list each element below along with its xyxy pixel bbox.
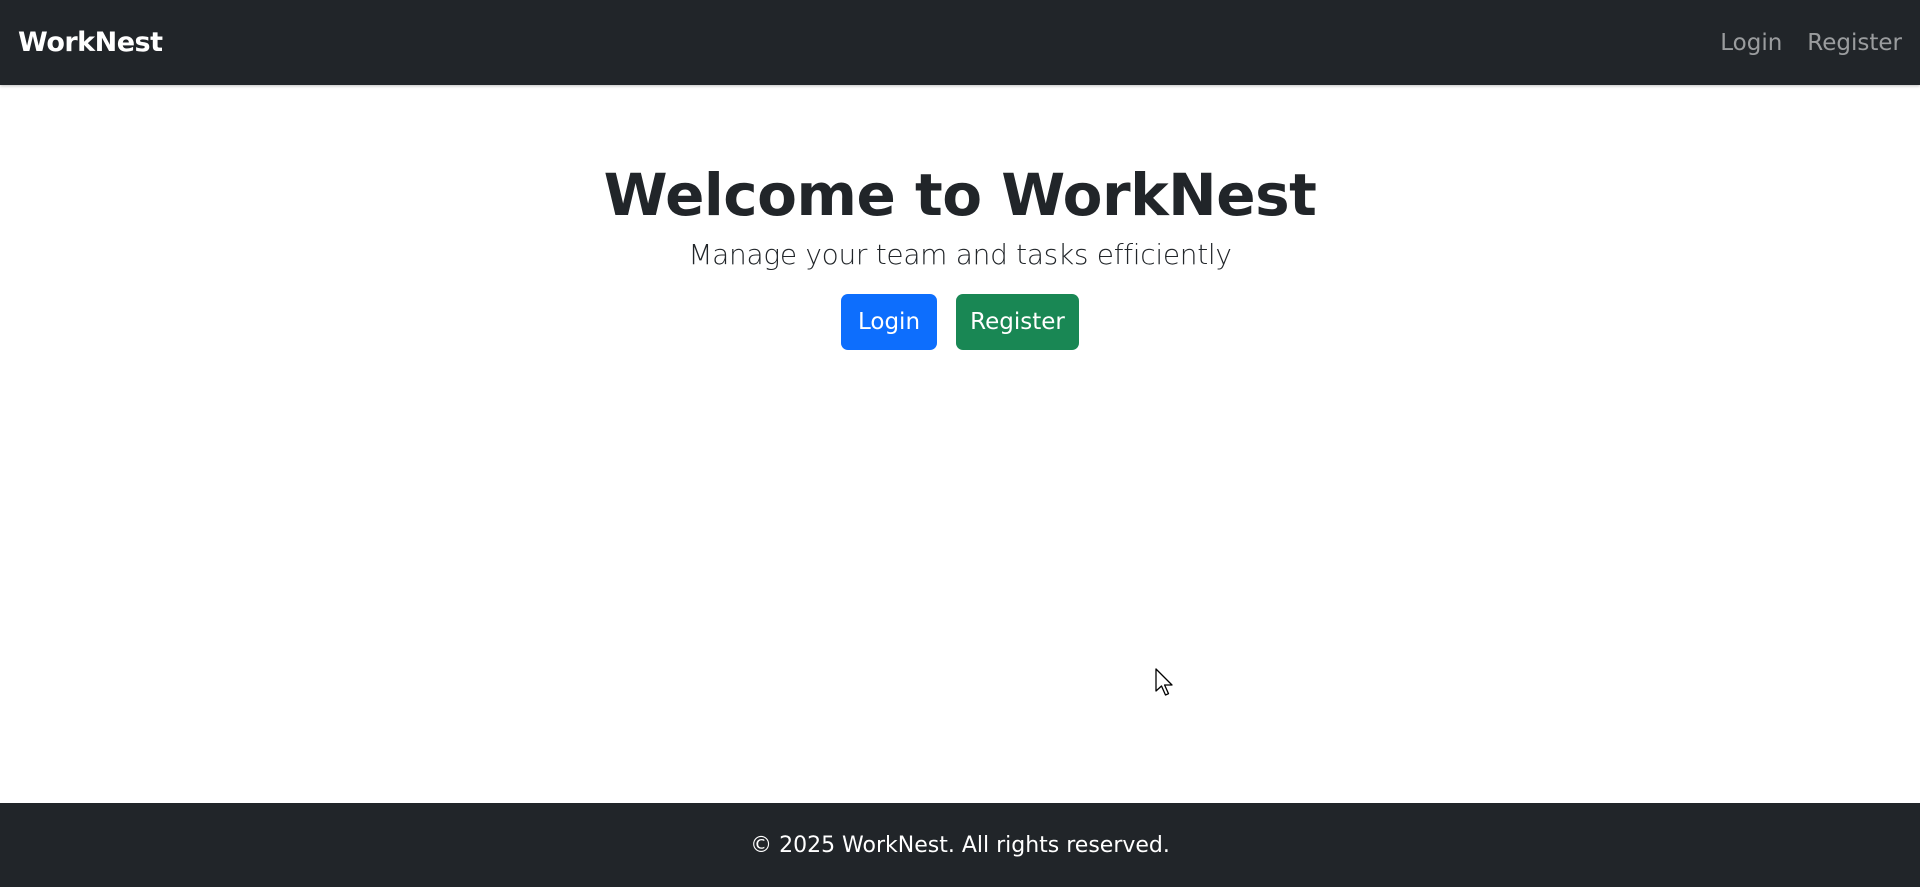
login-button[interactable]: Login — [841, 293, 937, 350]
brand-logo-link[interactable]: WorkNest — [18, 27, 163, 58]
page-title: Welcome to WorkNest — [603, 161, 1317, 229]
page-footer: © 2025 WorkNest. All rights reserved. — [0, 803, 1920, 887]
top-navbar: WorkNest Login Register — [0, 0, 1920, 85]
page: WorkNest Login Register Welcome to WorkN… — [0, 0, 1920, 887]
nav-links: Login Register — [1720, 30, 1902, 56]
nav-register-link[interactable]: Register — [1807, 30, 1902, 56]
mouse-pointer-icon — [1155, 668, 1173, 696]
page-subtitle: Manage your team and tasks efficiently — [688, 237, 1232, 271]
register-button[interactable]: Register — [956, 293, 1079, 350]
nav-login-link[interactable]: Login — [1720, 30, 1782, 56]
hero-section: Welcome to WorkNest Manage your team and… — [0, 85, 1920, 350]
hero-button-group: Login Register — [0, 293, 1920, 350]
footer-copyright: © 2025 WorkNest. All rights reserved. — [750, 832, 1170, 858]
